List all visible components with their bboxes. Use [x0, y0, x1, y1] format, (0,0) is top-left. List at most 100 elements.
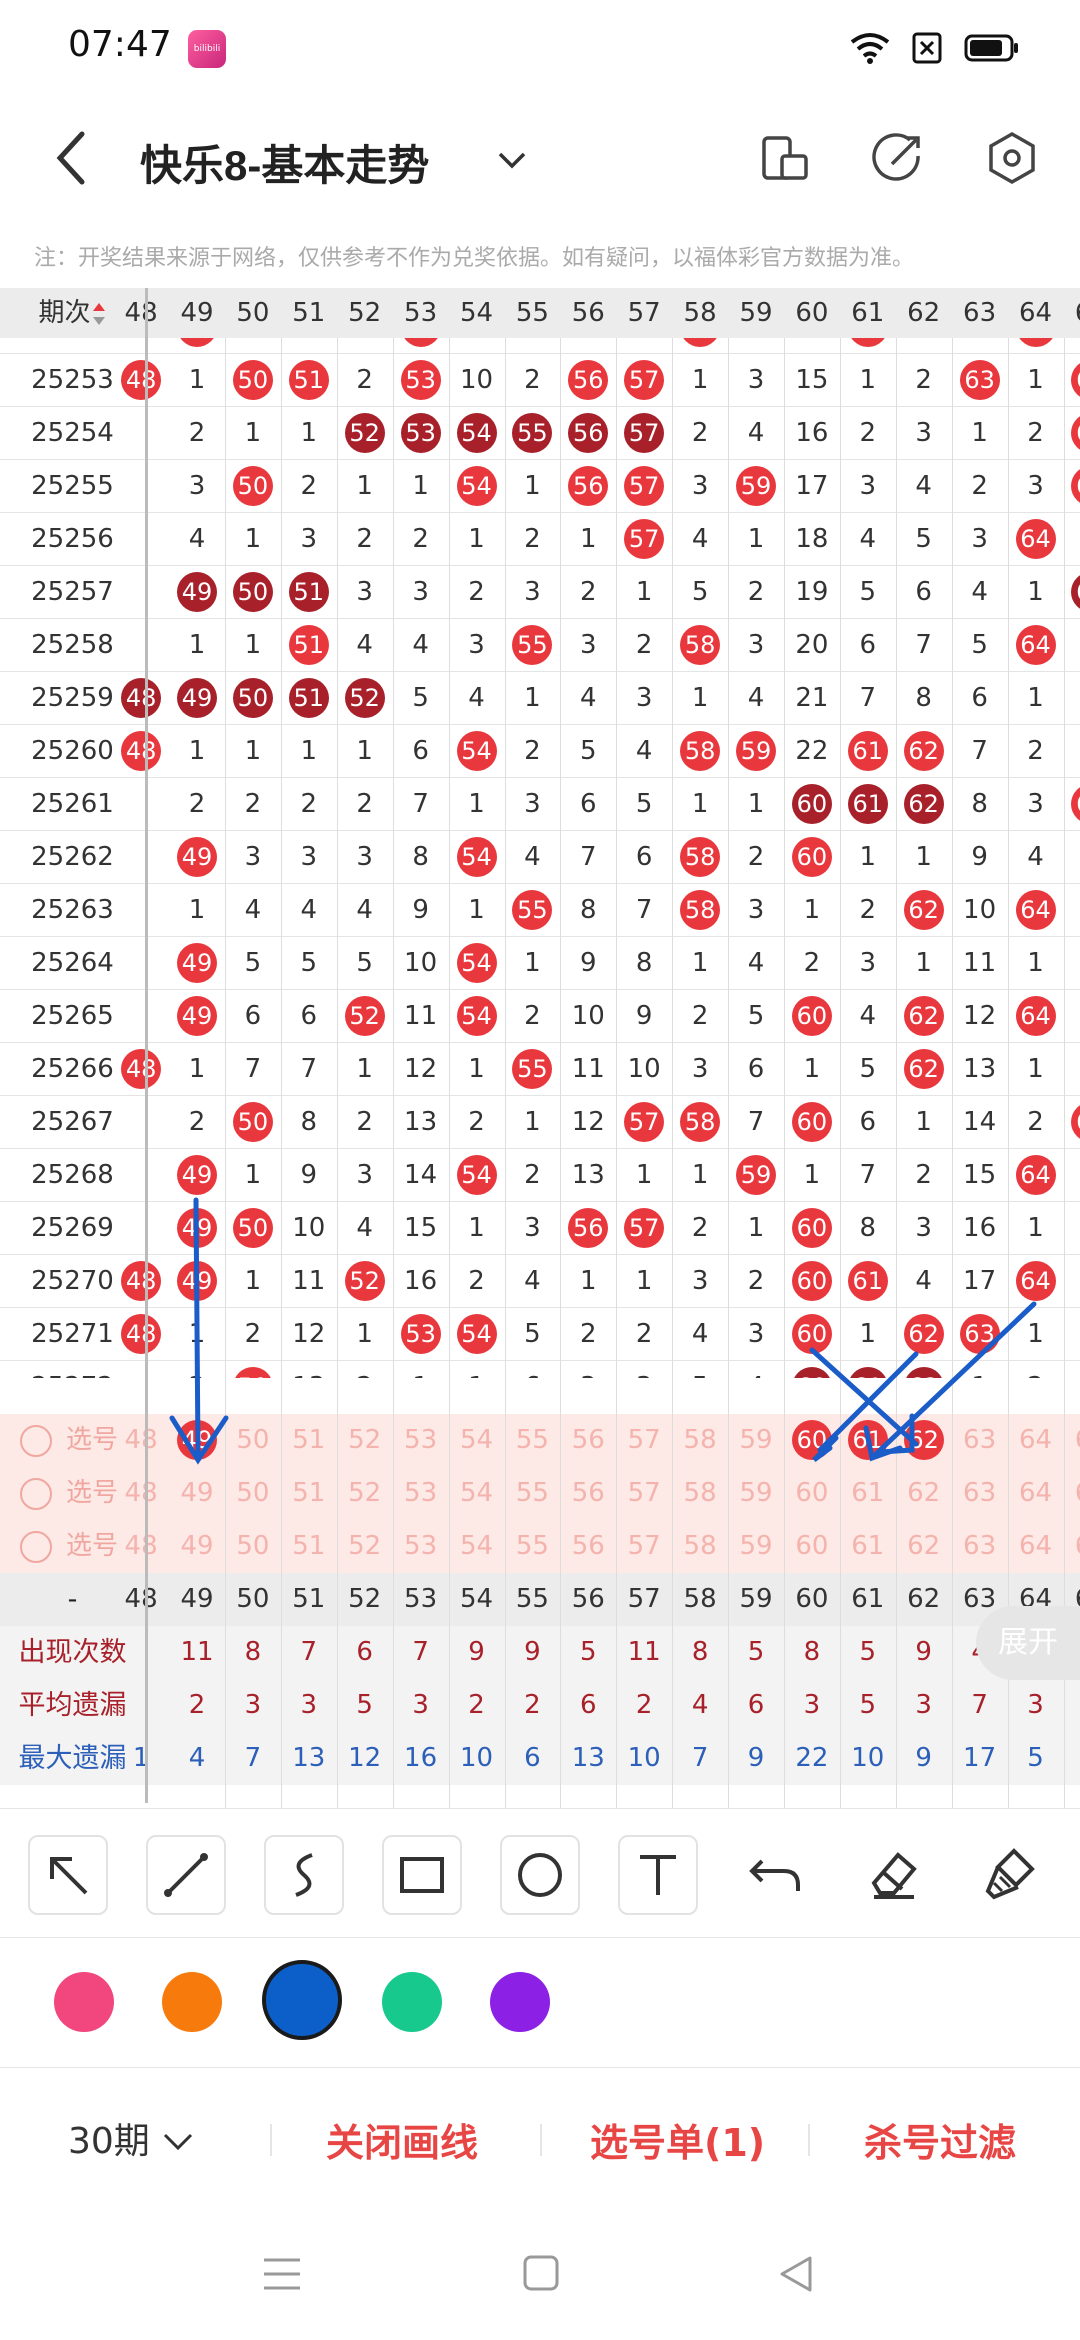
- grid-line: [1007, 338, 1009, 1808]
- text-tool-button[interactable]: [618, 1835, 698, 1915]
- selectable-number[interactable]: 61: [840, 1520, 896, 1573]
- miss-count-cell: 2: [1027, 736, 1044, 766]
- kill-filter-button[interactable]: 杀号过滤: [864, 2112, 1016, 2167]
- selection-row[interactable]: 选号484950515253545556575859606162636465: [0, 1414, 1080, 1467]
- selectable-number[interactable]: 50: [225, 1414, 281, 1467]
- eraser-icon[interactable]: [854, 1835, 934, 1915]
- selectable-number[interactable]: 48: [113, 1520, 169, 1573]
- selectable-number[interactable]: 51: [281, 1467, 337, 1520]
- selectable-number[interactable]: 48: [113, 1414, 169, 1467]
- circle-tool-button[interactable]: [500, 1835, 580, 1915]
- radio-circle-icon[interactable]: [20, 1478, 52, 1510]
- selectable-number[interactable]: 57: [616, 1520, 672, 1573]
- selected-number-ball[interactable]: 61: [847, 1420, 888, 1460]
- selectable-number[interactable]: 53: [393, 1520, 449, 1573]
- selection-row[interactable]: 选号484950515253545556575859606162636465: [0, 1520, 1080, 1573]
- selectable-number[interactable]: 56: [560, 1520, 616, 1573]
- miss-count-cell: 2: [859, 418, 877, 448]
- arrow-tool-button[interactable]: [28, 1835, 108, 1915]
- selectable-number[interactable]: 65: [1063, 1414, 1080, 1467]
- selection-list-button[interactable]: 选号单(1): [590, 2112, 765, 2167]
- selectable-number[interactable]: 51: [281, 1414, 337, 1467]
- selectable-number[interactable]: 51: [281, 1520, 337, 1573]
- selectable-number[interactable]: 64: [1008, 1520, 1064, 1573]
- selectable-number[interactable]: 64: [1008, 1467, 1064, 1520]
- selectable-number[interactable]: 62: [896, 1467, 952, 1520]
- miss-count-cell: 1: [300, 736, 318, 766]
- color-swatch-green[interactable]: [382, 1972, 442, 2032]
- selectable-number[interactable]: 54: [449, 1520, 505, 1573]
- selectable-number[interactable]: 59: [728, 1467, 784, 1520]
- back-arrow-icon[interactable]: [48, 126, 98, 190]
- selectable-number[interactable]: 58: [672, 1520, 728, 1573]
- miss-count-cell: 4: [747, 948, 765, 978]
- draw-pen-icon[interactable]: [870, 130, 926, 186]
- selectable-number[interactable]: 53: [393, 1414, 449, 1467]
- selectable-number[interactable]: 56: [560, 1467, 616, 1520]
- miss-count-cell: 7: [971, 736, 988, 766]
- selectable-number[interactable]: 54: [449, 1414, 505, 1467]
- selectable-number[interactable]: 62: [896, 1520, 952, 1573]
- selected-number-ball[interactable]: 62: [903, 1420, 944, 1460]
- selectable-number[interactable]: 63: [952, 1467, 1008, 1520]
- radio-circle-icon[interactable]: [20, 1531, 52, 1563]
- settings-hex-icon[interactable]: [984, 130, 1040, 186]
- selectable-number[interactable]: 49: [169, 1467, 225, 1520]
- selectable-number[interactable]: 60: [784, 1467, 840, 1520]
- clear-brush-icon[interactable]: [972, 1835, 1052, 1915]
- selectable-number[interactable]: 50: [225, 1467, 281, 1520]
- selectable-number[interactable]: 54: [449, 1467, 505, 1520]
- rectangle-tool-button[interactable]: [382, 1835, 462, 1915]
- close-draw-button[interactable]: 关闭画线: [326, 2112, 478, 2167]
- color-swatch-pink[interactable]: [54, 1972, 114, 2032]
- back-triangle-icon[interactable]: [778, 2254, 814, 2294]
- selectable-number[interactable]: 56: [560, 1414, 616, 1467]
- selectable-number[interactable]: 58: [672, 1467, 728, 1520]
- selected-number-ball[interactable]: 49: [177, 1420, 217, 1460]
- selectable-number[interactable]: 59: [728, 1520, 784, 1573]
- selectable-number[interactable]: 48: [113, 1467, 169, 1520]
- landscape-rotate-icon[interactable]: [756, 130, 812, 186]
- selectable-number[interactable]: 65: [1063, 1520, 1080, 1573]
- selectable-number[interactable]: 49: [169, 1520, 225, 1573]
- selectable-number[interactable]: 57: [616, 1414, 672, 1467]
- selection-row[interactable]: 选号484950515253545556575859606162636465: [0, 1467, 1080, 1520]
- menu-icon[interactable]: [262, 2256, 302, 2292]
- selectable-number[interactable]: 60: [784, 1520, 840, 1573]
- page-title[interactable]: 快乐8-基本走势: [140, 132, 429, 193]
- expand-button[interactable]: 展开: [976, 1606, 1080, 1680]
- selectable-number[interactable]: 52: [337, 1467, 393, 1520]
- drawn-number-ball: 49: [177, 1261, 217, 1301]
- selectable-number[interactable]: 57: [616, 1467, 672, 1520]
- column-header: 60: [795, 1584, 829, 1614]
- selectable-number[interactable]: 53: [393, 1467, 449, 1520]
- selectable-number[interactable]: 50: [225, 1520, 281, 1573]
- miss-count-cell: 4: [412, 630, 429, 660]
- selectable-number[interactable]: 52: [337, 1414, 393, 1467]
- miss-count-cell: 3: [635, 683, 653, 713]
- chevron-down-icon[interactable]: [492, 140, 532, 180]
- selected-number-ball[interactable]: 60: [791, 1420, 832, 1460]
- line-tool-button[interactable]: [146, 1835, 226, 1915]
- table-row: 25261222271365116061628365: [0, 778, 1080, 831]
- selectable-number[interactable]: 59: [728, 1414, 784, 1467]
- home-icon[interactable]: [522, 2254, 560, 2292]
- selectable-number[interactable]: 63: [952, 1520, 1008, 1573]
- selectable-number[interactable]: 63: [952, 1414, 1008, 1467]
- selectable-number[interactable]: 55: [504, 1520, 560, 1573]
- period-selector[interactable]: 30期: [68, 2112, 195, 2164]
- selectable-number[interactable]: 61: [840, 1467, 896, 1520]
- selectable-number[interactable]: 55: [504, 1467, 560, 1520]
- curve-tool-button[interactable]: [264, 1835, 344, 1915]
- selectable-number[interactable]: 64: [1008, 1414, 1064, 1467]
- selectable-number[interactable]: 58: [672, 1414, 728, 1467]
- selectable-number[interactable]: 65: [1063, 1467, 1080, 1520]
- undo-icon[interactable]: [736, 1835, 816, 1915]
- selectable-number[interactable]: 55: [504, 1414, 560, 1467]
- selectable-number[interactable]: 52: [337, 1520, 393, 1573]
- color-swatch-blue-selected[interactable]: [262, 1960, 342, 2040]
- color-swatch-purple[interactable]: [490, 1972, 550, 2032]
- color-swatch-orange[interactable]: [162, 1972, 222, 2032]
- miss-count-cell: 4: [188, 524, 206, 554]
- radio-circle-icon[interactable]: [20, 1425, 52, 1457]
